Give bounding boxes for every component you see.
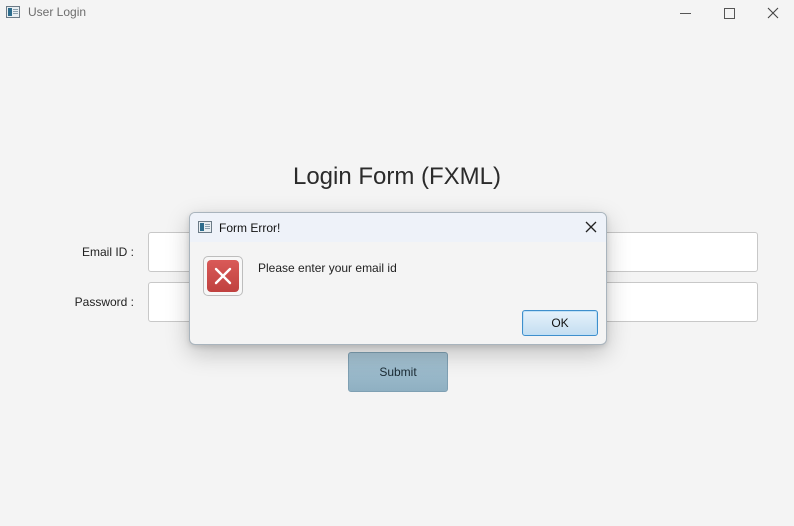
password-label: Password : (74, 295, 134, 309)
ok-button[interactable]: OK (522, 310, 598, 336)
error-dialog: Form Error! Please enter your email id O… (189, 212, 607, 345)
error-x-icon (207, 260, 239, 292)
minimize-button[interactable] (663, 0, 707, 26)
close-button[interactable] (751, 0, 794, 26)
minimize-icon (679, 12, 691, 14)
email-label: Email ID : (81, 245, 134, 259)
app-window-icon (6, 6, 20, 18)
maximize-icon (723, 7, 735, 19)
app-window-icon (198, 221, 212, 233)
maximize-button[interactable] (707, 0, 751, 26)
dialog-message: Please enter your email id (258, 261, 397, 275)
close-icon (585, 221, 597, 233)
dialog-title: Form Error! (219, 221, 281, 235)
dialog-close-button[interactable] (580, 216, 602, 238)
error-icon-frame (203, 256, 243, 296)
form-title: Login Form (FXML) (292, 163, 502, 190)
close-icon (767, 7, 779, 19)
submit-button[interactable]: Submit (348, 352, 448, 392)
window-title: User Login (28, 5, 87, 19)
dialog-titlebar: Form Error! (190, 213, 606, 242)
window-titlebar: User Login (0, 0, 794, 26)
